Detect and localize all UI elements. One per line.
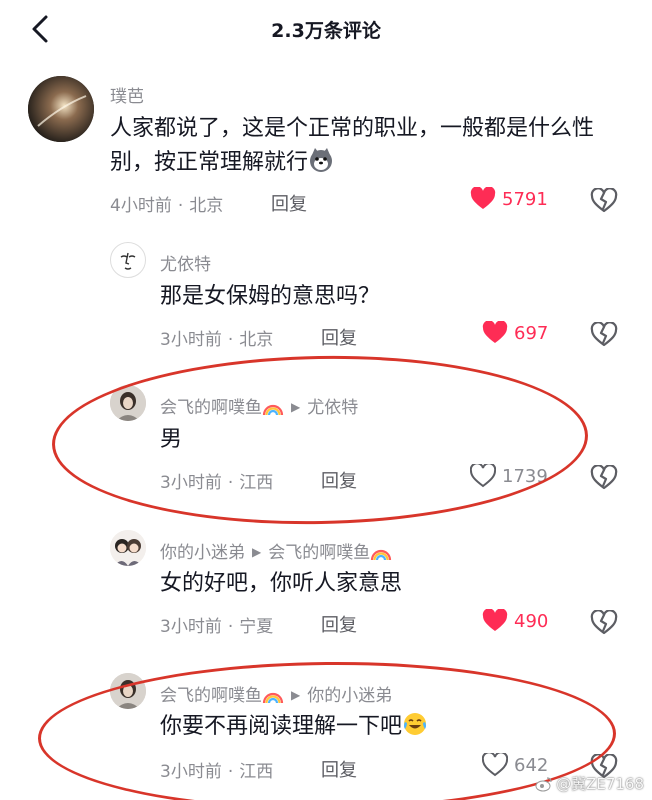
reply-button[interactable]: 回复 [321,756,357,782]
avatar[interactable] [110,242,146,278]
comment-meta: 3小时前 · 江西 [160,473,274,493]
heart-filled-icon [482,609,508,631]
broken-heart-icon [590,464,618,490]
avatar[interactable] [110,673,146,709]
like-button[interactable]: 697 [482,321,548,345]
page-title: 2.3万条评论 [271,20,381,42]
comment-meta: 3小时前 · 江西 [160,762,274,782]
reply-button[interactable]: 回复 [271,190,307,216]
reply-button[interactable]: 回复 [321,611,357,637]
comment-text: 你要不再阅读理解一下吧 [160,710,600,748]
heart-filled-icon [482,321,508,343]
reply-arrow-icon: ▶ [252,545,262,559]
heart-outline-icon [482,753,508,777]
like-button[interactable]: 1739 [470,464,548,488]
watermark: @冀ZE7168 [535,773,644,796]
reply-arrow-icon: ▶ [291,400,301,414]
reply-button[interactable]: 回复 [321,467,357,493]
comment-username[interactable]: 璞芭 [110,82,144,107]
avatar-image [120,252,136,270]
broken-heart-icon [590,187,618,213]
avatar-image [110,385,146,421]
husky-emoji-icon [308,147,334,184]
comment-username: 你的小迷弟 ▶ 会飞的啊噗鱼 [160,538,392,567]
comments-header: 2.3万条评论 [0,0,652,58]
comment-text: 那是女保姆的意思吗？ [160,284,381,309]
avatar[interactable] [110,385,146,421]
broken-heart-icon [590,321,618,347]
like-count: 5791 [502,188,548,210]
heart-filled-icon [470,187,496,209]
reply-button[interactable]: 回复 [321,324,357,350]
comment-username: 会飞的啊噗鱼 ▶ 尤依特 [160,393,358,422]
reply-arrow-icon: ▶ [291,688,301,702]
avatar[interactable] [28,76,94,142]
like-button[interactable]: 490 [482,609,548,633]
like-count: 490 [514,610,549,632]
rainbow-icon [262,401,284,422]
like-count: 1739 [502,465,548,487]
dislike-button[interactable] [590,187,618,214]
broken-heart-icon [590,609,618,635]
comment-text: 女的好吧，你听人家意思 [160,571,403,596]
rainbow-icon [370,546,392,567]
crying-laughing-emoji-icon [402,711,428,748]
comment-text: 人家都说了，这是个正常的职业，一般都是什么性别，按正常理解就行 [110,112,625,184]
like-button[interactable]: 5791 [470,187,548,211]
avatar-image [110,673,146,709]
comment-page: 2.3万条评论 璞芭 人家都说了，这是个正常的职业，一般都是什么性别，按正常理解… [0,0,652,800]
comment-meta: 3小时前 · 宁夏 [160,617,274,637]
comment-username[interactable]: 尤依特 [160,250,211,275]
comment-meta: 4小时前 · 北京 [110,196,224,216]
dislike-button[interactable] [590,464,618,491]
weibo-logo-icon [535,776,553,796]
comment-text: 男 [160,427,183,452]
comment-username: 会飞的啊噗鱼 ▶ 你的小迷弟 [160,681,392,710]
avatar[interactable] [110,530,146,566]
comment-meta: 3小时前 · 北京 [160,330,274,350]
rainbow-icon [262,689,284,710]
avatar-image [110,530,146,566]
dislike-button[interactable] [590,321,618,348]
avatar-image [28,76,94,142]
heart-outline-icon [470,464,496,488]
dislike-button[interactable] [590,609,618,636]
like-count: 697 [514,322,549,344]
